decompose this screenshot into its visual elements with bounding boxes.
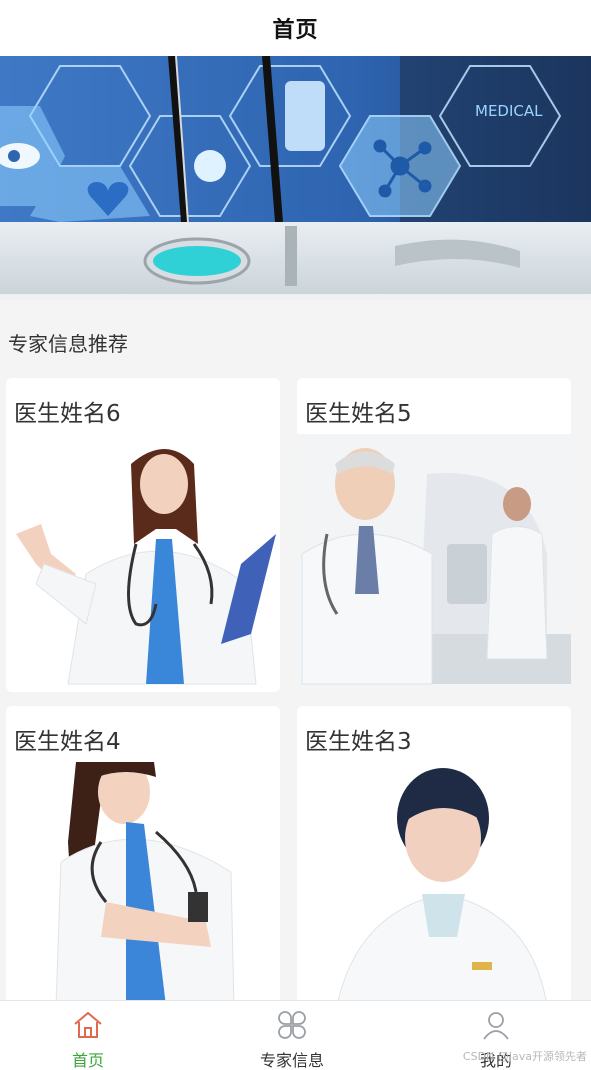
- banner-medical-text: MEDICAL: [475, 102, 543, 120]
- doctor-photo: [297, 434, 571, 692]
- doctor-card[interactable]: 医生姓名5: [297, 378, 571, 692]
- doctor-name: 医生姓名6: [14, 401, 121, 427]
- tab-experts[interactable]: 专家信息: [212, 1001, 372, 1070]
- top-header: 首页: [0, 0, 591, 56]
- doctor-name: 医生姓名4: [14, 729, 121, 755]
- page-title: 首页: [272, 18, 319, 43]
- tab-experts-label: 专家信息: [259, 1051, 324, 1070]
- doctor-photo: [6, 762, 280, 1006]
- doctor-card[interactable]: 医生姓名3: [297, 706, 571, 1006]
- doctor-photo: [297, 762, 571, 1006]
- tab-home[interactable]: 首页: [8, 1001, 168, 1070]
- home-icon: [74, 1011, 102, 1038]
- user-icon: [483, 1012, 509, 1040]
- clover-icon: [278, 1011, 306, 1039]
- banner-carousel[interactable]: MEDICAL: [0, 56, 591, 300]
- doctor-name: 医生姓名5: [305, 401, 412, 427]
- doctor-card[interactable]: 医生姓名4: [6, 706, 280, 1006]
- watermark: CSDN @Java开源领先者: [462, 1050, 587, 1063]
- app-screen: 首页 MEDICAL 专家信息推荐 医生姓名6 医生姓名5 医生姓名4 医生姓名…: [0, 0, 591, 1070]
- doctor-name: 医生姓名3: [305, 729, 412, 755]
- doctor-photo: [6, 434, 280, 692]
- tab-home-label: 首页: [71, 1051, 104, 1070]
- doctor-card[interactable]: 医生姓名6: [6, 378, 280, 692]
- banner-image: MEDICAL: [0, 56, 591, 300]
- section-title: 专家信息推荐: [8, 332, 128, 356]
